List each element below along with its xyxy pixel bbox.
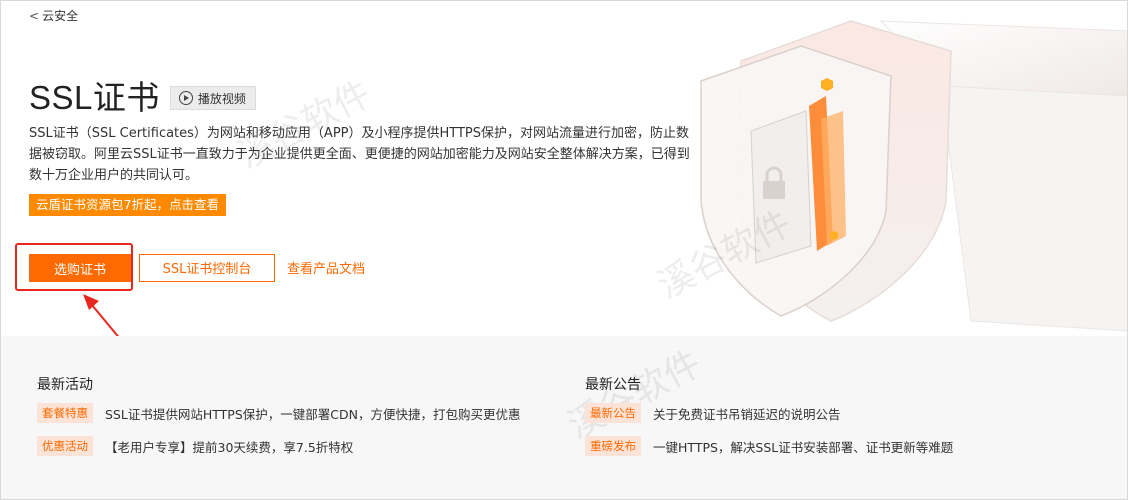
promo-banner[interactable]: 云盾证书资源包7折起，点击查看 [29, 194, 226, 216]
announcement-item[interactable]: 重磅发布 一键HTTPS，解决SSL证书安装部署、证书更新等难题 [585, 435, 953, 457]
product-description: SSL证书（SSL Certificates）为网站和移动应用（APP）及小程序… [29, 126, 690, 183]
shield-illustration [700, 20, 1127, 332]
play-video-button[interactable]: 播放视频 [169, 86, 256, 110]
activity-tag: 套餐特惠 [37, 403, 93, 423]
play-icon [178, 91, 193, 105]
activities-title: 最新活动 [37, 377, 93, 393]
activity-item[interactable]: 优惠活动 【老用户专享】提前30天续费，享7.5折特权 [37, 435, 520, 457]
title-row: SSL证书 播放视频 [29, 71, 256, 119]
activity-item[interactable]: 套餐特惠 SSL证书提供网站HTTPS保护，一键部署CDN，方便快捷，打包购买更… [37, 402, 520, 424]
latest-activities: 最新活动 套餐特惠 SSL证书提供网站HTTPS保护，一键部署CDN，方便快捷，… [37, 374, 520, 468]
announcement-item[interactable]: 最新公告 关于免费证书吊销延迟的说明公告 [585, 402, 953, 424]
activity-tag: 优惠活动 [37, 436, 93, 456]
page-frame: < 云安全 溪谷软件 SSL证书 播放视频 SSL证书（SSL Certific… [0, 0, 1128, 500]
news-section: 溪谷软件 最新活动 套餐特惠 SSL证书提供网站HTTPS保护，一键部署CDN，… [1, 336, 1127, 499]
announcement-tag: 最新公告 [585, 403, 641, 423]
latest-announcements: 最新公告 最新公告 关于免费证书吊销延迟的说明公告 重磅发布 一键HTTPS，解… [585, 374, 953, 468]
activity-text: 【老用户专享】提前30天续费，享7.5折特权 [105, 439, 354, 455]
hero-section: < 云安全 溪谷软件 SSL证书 播放视频 SSL证书（SSL Certific… [1, 1, 1127, 347]
announcement-tag: 重磅发布 [585, 436, 641, 456]
back-link-label: 云安全 [42, 9, 79, 23]
page-title: SSL证书 [29, 79, 160, 116]
announcement-text: 一键HTTPS，解决SSL证书安装部署、证书更新等难题 [653, 439, 954, 455]
back-chevron-icon: < [29, 8, 40, 23]
play-video-label: 播放视频 [197, 91, 246, 106]
announcements-title: 最新公告 [585, 377, 641, 393]
buy-certificate-button[interactable]: 选购证书 [29, 254, 131, 282]
ssl-console-button[interactable]: SSL证书控制台 [139, 253, 275, 282]
activity-text: SSL证书提供网站HTTPS保护，一键部署CDN，方便快捷，打包购买更优惠 [105, 406, 521, 422]
announcement-text: 关于免费证书吊销延迟的说明公告 [653, 406, 841, 422]
product-docs-link[interactable]: 查看产品文档 [287, 258, 365, 277]
action-buttons: 选购证书 SSL证书控制台 查看产品文档 [15, 243, 365, 291]
back-link[interactable]: < 云安全 [29, 7, 78, 24]
buy-button-highlight: 选购证书 [15, 243, 133, 291]
